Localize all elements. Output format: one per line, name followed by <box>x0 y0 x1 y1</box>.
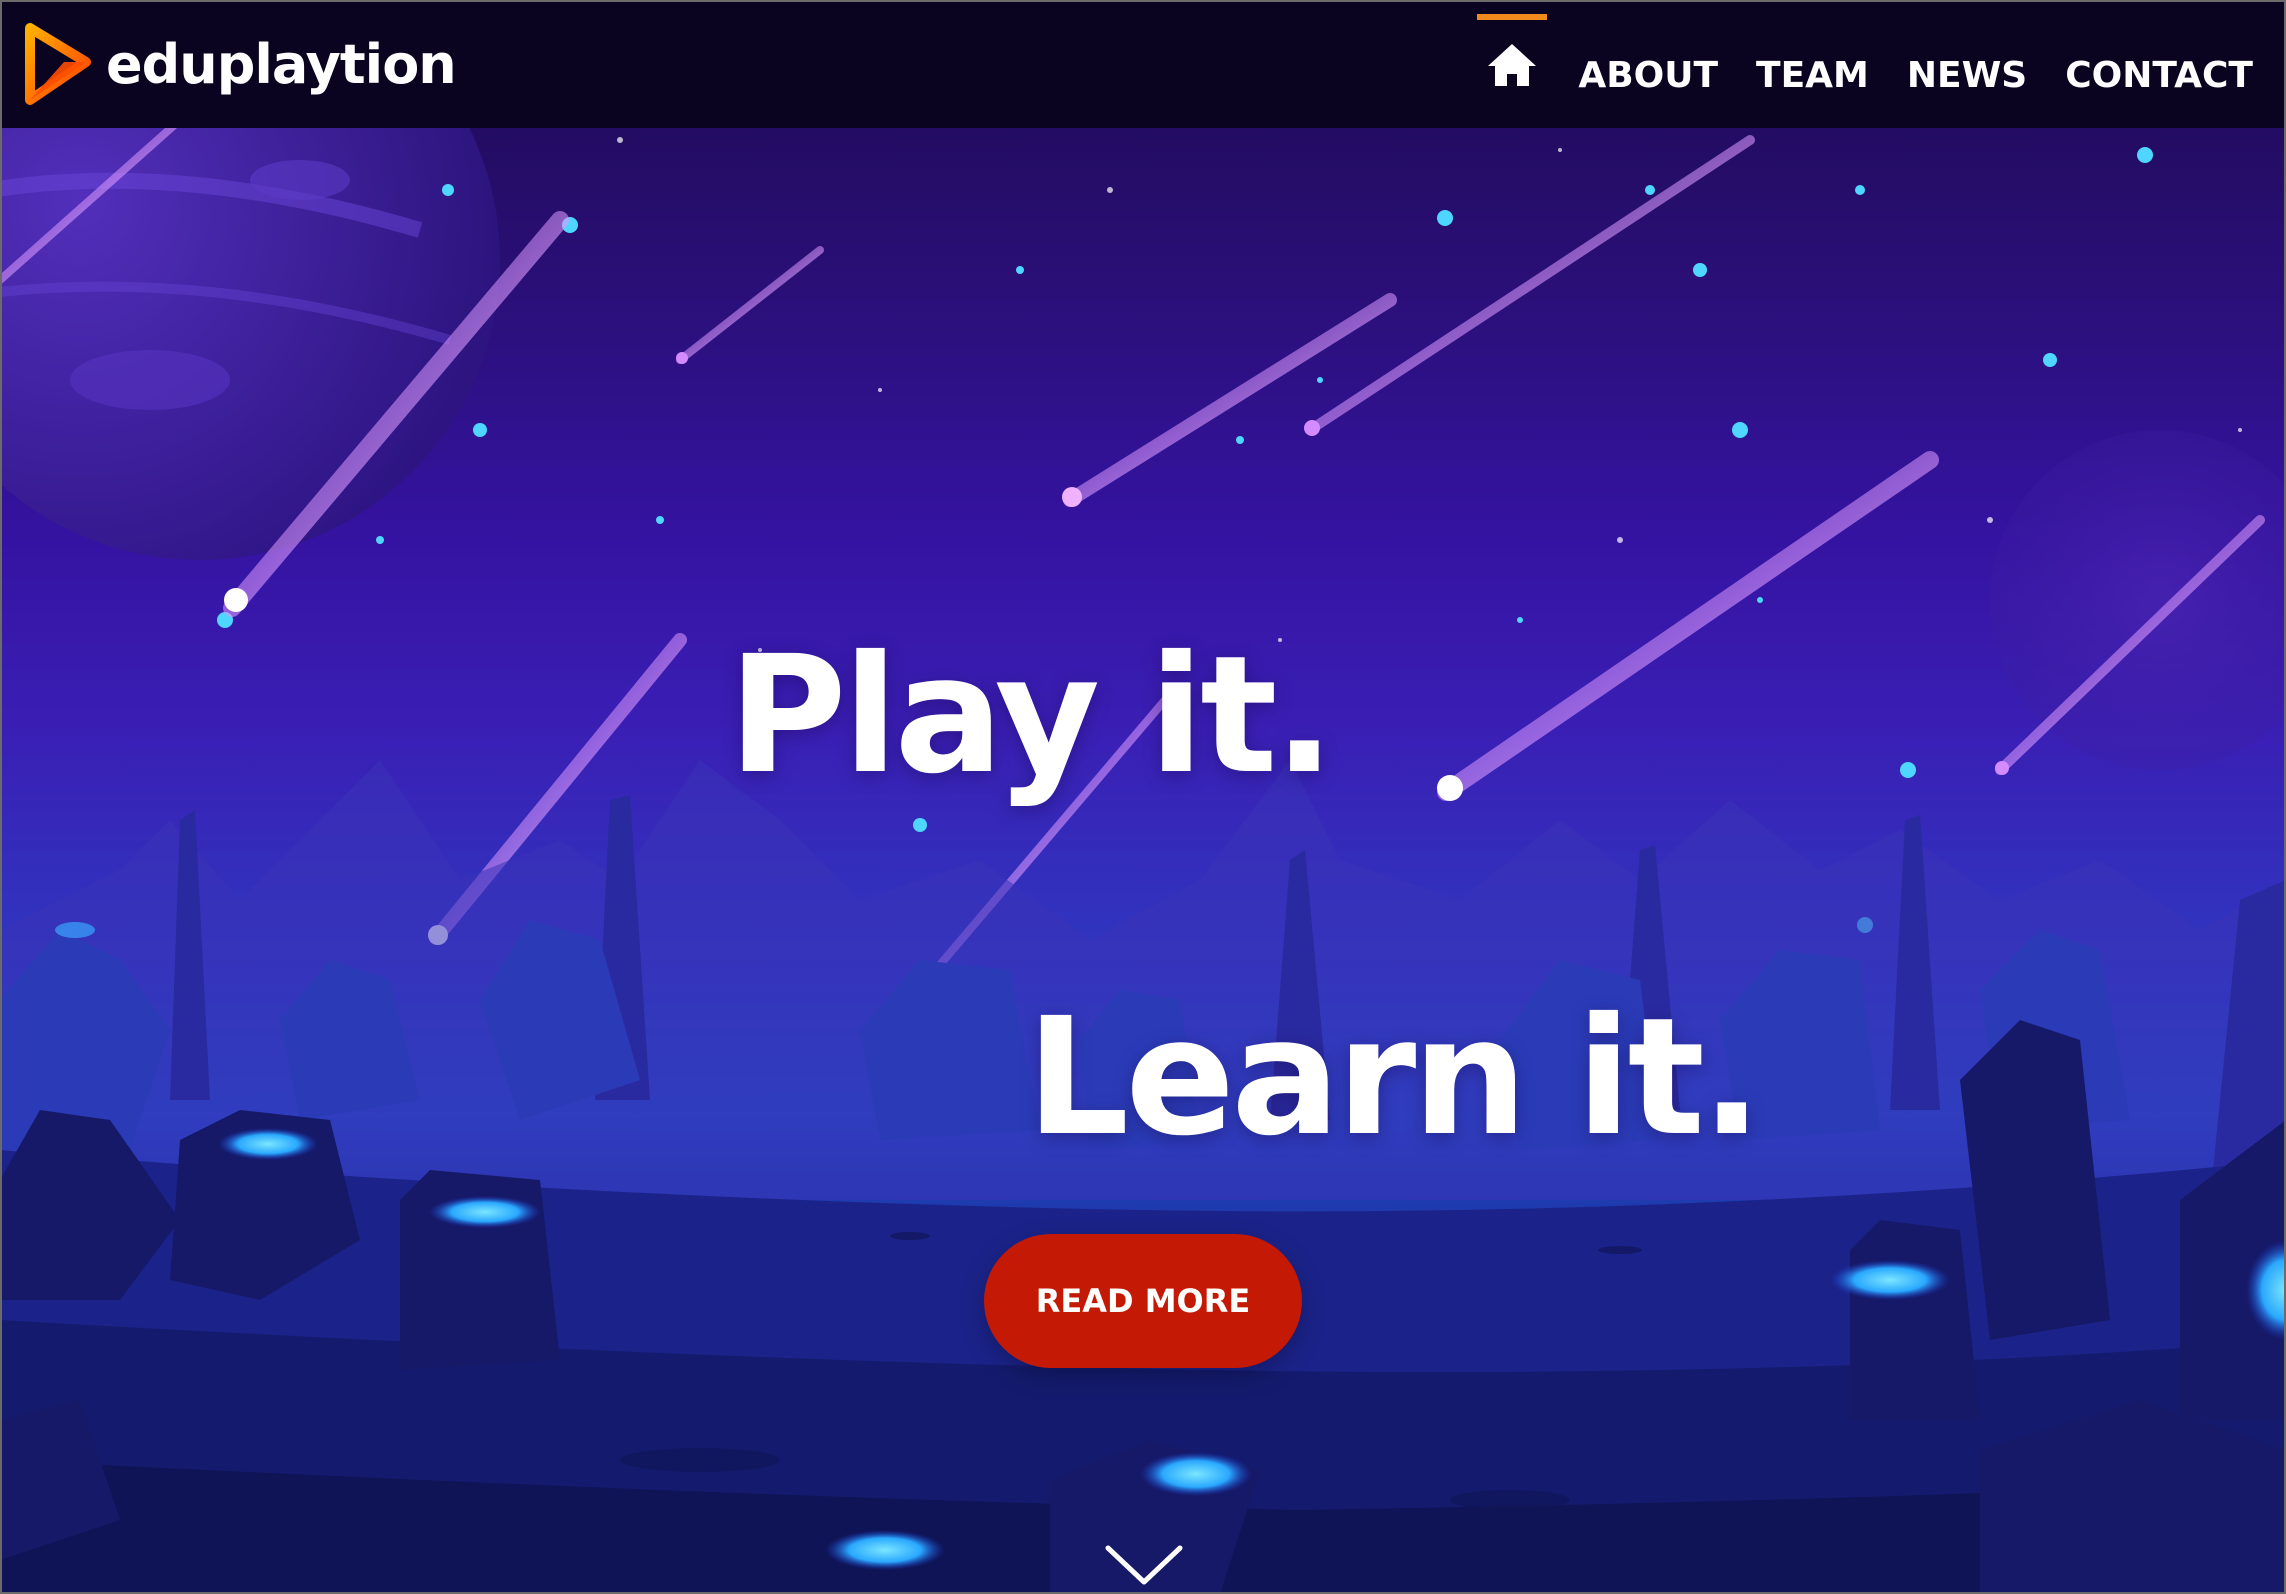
main-nav: ABOUT TEAM NEWS CONTACT <box>1465 0 2272 128</box>
play-triangle-logo-icon <box>25 23 91 105</box>
chevron-down-icon[interactable] <box>1104 1542 1184 1588</box>
hero-headline-learn: Learn it. <box>1026 983 1763 1172</box>
read-more-button[interactable]: READ MORE <box>984 1234 1302 1368</box>
nav-about[interactable]: ABOUT <box>1559 0 1737 128</box>
top-navbar: eduplaytion ABOUT TEAM NEWS CONTACT <box>0 0 2286 128</box>
nav-contact[interactable]: CONTACT <box>2046 0 2272 128</box>
nav-team[interactable]: TEAM <box>1737 0 1888 128</box>
brand-link[interactable]: eduplaytion <box>24 0 457 128</box>
nav-home[interactable] <box>1465 0 1559 128</box>
hero-headline-play: Play it. <box>728 621 1335 810</box>
brand-name: eduplaytion <box>106 32 457 96</box>
nav-news[interactable]: NEWS <box>1888 0 2046 128</box>
home-icon <box>1488 44 1537 86</box>
homepage: eduplaytion ABOUT TEAM NEWS CONTACT Play… <box>0 0 2286 1594</box>
